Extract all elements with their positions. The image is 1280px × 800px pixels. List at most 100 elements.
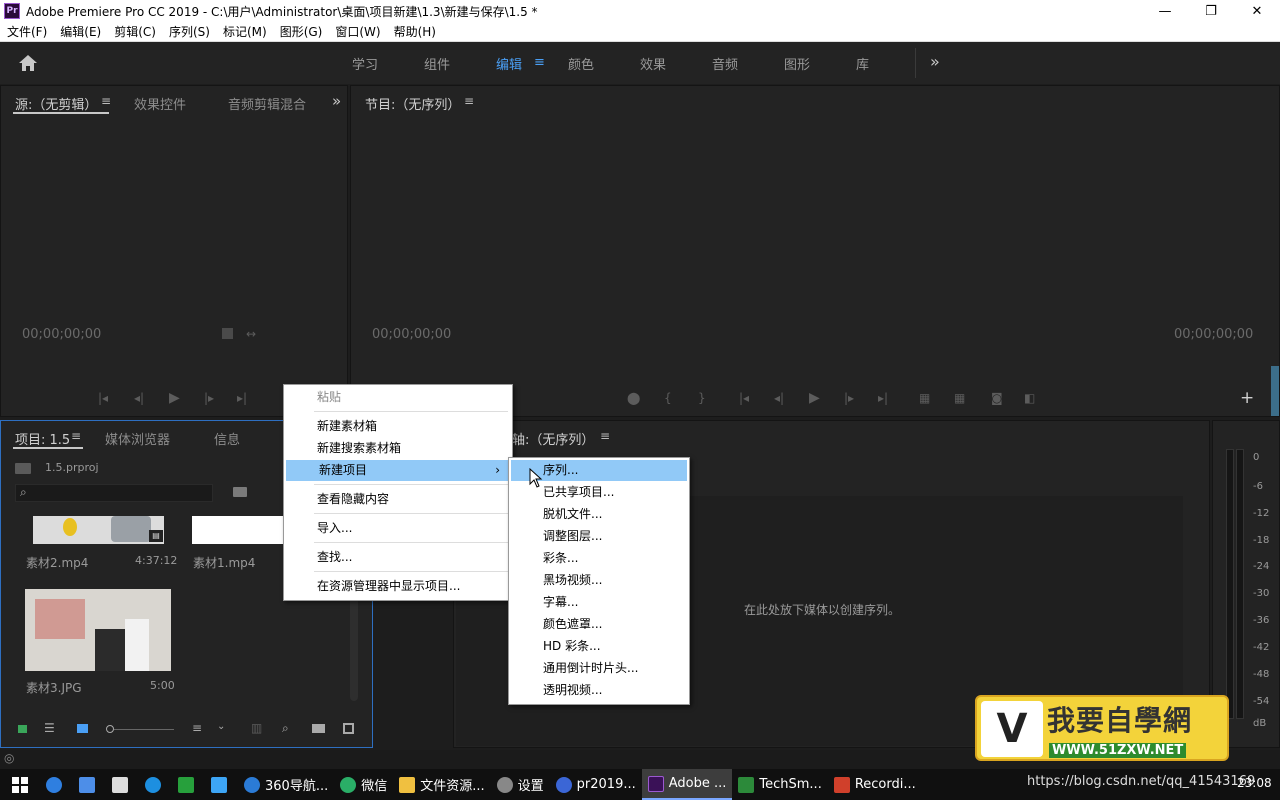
menu-clip[interactable]: 剪辑(C) [107, 23, 162, 40]
taskbar-item[interactable]: Recordi... [828, 769, 922, 800]
program-panel-title[interactable]: 节目:（无序列） [365, 94, 460, 113]
submenu-item-color-matte[interactable]: 颜色遮罩... [511, 614, 687, 635]
step-back-icon[interactable]: ◂| [134, 391, 144, 405]
tab-info[interactable]: 信息 [214, 429, 240, 448]
menu-item-import[interactable]: 导入... [284, 518, 512, 539]
workspace-tab-graphics[interactable]: 图形 [784, 54, 810, 73]
menu-file[interactable]: 文件(F) [0, 23, 53, 40]
workspace-tab-learn[interactable]: 学习 [352, 54, 378, 73]
taskbar-item[interactable]: TechSm... [732, 769, 827, 800]
home-icon[interactable] [18, 54, 38, 72]
pinned-app[interactable] [205, 769, 238, 800]
menu-item-reveal-in-explorer[interactable]: 在资源管理器中显示项目... [284, 576, 512, 597]
menu-item-view-hidden[interactable]: 查看隐藏内容 [284, 489, 512, 510]
chevron-down-icon[interactable]: ⌄ [217, 721, 225, 732]
pinned-app[interactable] [40, 769, 73, 800]
pinned-app[interactable] [139, 769, 172, 800]
panel-scrollbar[interactable] [1271, 366, 1279, 416]
taskbar-item[interactable]: 文件资源... [393, 769, 490, 800]
submenu-item-bars-and-tone[interactable]: 彩条... [511, 548, 687, 569]
menu-item-new-search-bin[interactable]: 新建搜索素材箱 [284, 438, 512, 459]
program-panel-menu-icon[interactable]: ≡ [464, 94, 474, 108]
clip-thumbnail[interactable]: ▤ [33, 516, 164, 544]
taskbar-item[interactable]: 微信 [334, 769, 393, 800]
extract-icon[interactable]: ▦ [954, 391, 965, 405]
submenu-item-hd-bars[interactable]: HD 彩条... [511, 636, 687, 657]
workspace-tab-audio[interactable]: 音频 [712, 54, 738, 73]
menu-sequence[interactable]: 序列(S) [162, 23, 216, 40]
taskbar-item[interactable]: 360导航... [238, 769, 334, 800]
automate-to-sequence-icon[interactable]: ▥ [251, 721, 262, 735]
timeline-title[interactable]: 轴:（无序列） [512, 429, 594, 448]
submenu-item-transparent-video[interactable]: 透明视频... [511, 680, 687, 701]
submenu-item-offline-file[interactable]: 脱机文件... [511, 504, 687, 525]
play-icon[interactable]: ▶ [169, 390, 180, 406]
mark-in-icon[interactable]: { [664, 391, 672, 405]
search-input[interactable]: ⌕ [15, 484, 213, 502]
comparison-view-icon[interactable]: ◧ [1024, 391, 1035, 405]
settings-icon[interactable] [222, 328, 233, 339]
source-panel-menu-icon[interactable]: ≡ [101, 94, 111, 108]
workspace-tab-editing[interactable]: 编辑 [496, 54, 522, 73]
taskbar-item[interactable]: pr2019... [550, 769, 642, 800]
submenu-item-countdown-leader[interactable]: 通用倒计时片头... [511, 658, 687, 679]
workspace-tab-libraries[interactable]: 库 [856, 54, 869, 73]
add-button-icon[interactable]: + [1240, 388, 1254, 408]
step-forward-icon[interactable]: |▸ [204, 391, 214, 405]
menu-item-new-item[interactable]: 新建项目 › [286, 460, 510, 481]
tab-effect-controls[interactable]: 效果控件 [134, 94, 186, 113]
timeline-menu-icon[interactable]: ≡ [600, 429, 610, 443]
maximize-button[interactable]: ❐ [1188, 0, 1234, 22]
submenu-item-black-video[interactable]: 黑场视频... [511, 570, 687, 591]
minimize-button[interactable]: — [1142, 0, 1188, 22]
workspace-overflow-icon[interactable]: » [930, 52, 940, 71]
project-panel-menu-icon[interactable]: ≡ [71, 429, 81, 443]
go-to-out-icon[interactable]: ▸| [878, 391, 888, 405]
tab-audio-clip-mixer[interactable]: 音频剪辑混合 [228, 94, 306, 113]
panel-overflow-icon[interactable]: » [332, 92, 341, 110]
insert-icon[interactable]: ↔ [246, 327, 256, 341]
step-forward-icon[interactable]: |▸ [844, 391, 854, 405]
start-button[interactable] [0, 769, 40, 800]
taskbar-item[interactable]: 设置 [491, 769, 550, 800]
new-search-bin-icon[interactable] [233, 487, 247, 497]
tab-media-browser[interactable]: 媒体浏览器 [105, 429, 170, 448]
step-back-icon[interactable]: ◂| [774, 391, 784, 405]
play-icon[interactable]: ▶ [809, 390, 820, 406]
menu-help[interactable]: 帮助(H) [387, 23, 442, 40]
mark-out-icon[interactable]: } [698, 391, 706, 405]
pinned-app[interactable] [73, 769, 106, 800]
menu-edit[interactable]: 编辑(E) [53, 23, 107, 40]
menu-window[interactable]: 窗口(W) [328, 23, 386, 40]
menu-graphics[interactable]: 图形(G) [273, 23, 329, 40]
lift-icon[interactable]: ▦ [919, 391, 930, 405]
sort-icon[interactable]: ≡ [192, 721, 202, 735]
tab-source[interactable]: 源:（无剪辑） [15, 94, 97, 113]
find-icon[interactable]: ⌕ [282, 721, 289, 736]
icon-view-icon[interactable] [77, 724, 88, 733]
tab-project[interactable]: 项目: 1.5 [15, 429, 70, 448]
new-bin-icon[interactable] [312, 724, 325, 733]
submenu-item-captions[interactable]: 字幕... [511, 592, 687, 613]
go-to-out-icon[interactable]: ▸| [237, 391, 247, 405]
go-to-in-icon[interactable]: |◂ [98, 391, 108, 405]
pinned-app[interactable] [172, 769, 205, 800]
workspace-menu-icon[interactable]: ≡ [534, 55, 545, 70]
close-button[interactable]: ✕ [1234, 0, 1280, 22]
menu-item-find[interactable]: 查找... [284, 547, 512, 568]
zoom-slider-handle[interactable] [106, 725, 114, 733]
menu-marker[interactable]: 标记(M) [216, 23, 273, 40]
lock-icon[interactable] [18, 725, 27, 733]
pinned-app[interactable] [106, 769, 139, 800]
menu-item-new-bin[interactable]: 新建素材箱 [284, 416, 512, 437]
clip-thumbnail[interactable] [25, 589, 171, 671]
workspace-tab-effects[interactable]: 效果 [640, 54, 666, 73]
workspace-tab-color[interactable]: 颜色 [568, 54, 594, 73]
zoom-slider-track[interactable] [114, 729, 174, 730]
taskbar-item-active[interactable]: Adobe ... [641, 769, 733, 800]
go-to-in-icon[interactable]: |◂ [739, 391, 749, 405]
list-view-icon[interactable]: ☰ [44, 721, 55, 735]
clip-thumbnail[interactable] [192, 516, 284, 544]
workspace-tab-assembly[interactable]: 组件 [424, 54, 450, 73]
export-frame-icon[interactable]: ◙ [991, 391, 1003, 405]
